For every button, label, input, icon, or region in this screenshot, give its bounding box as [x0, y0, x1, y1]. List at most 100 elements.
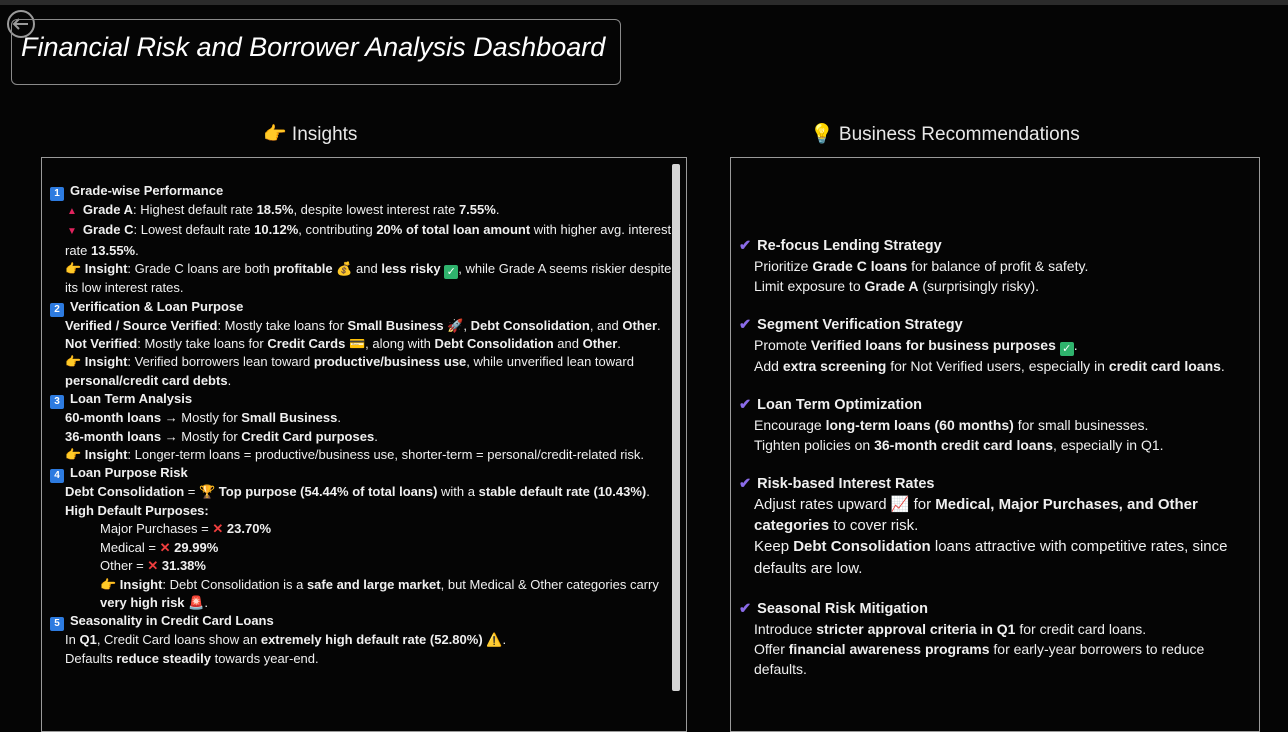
text: Adjust rates upward 📈 for: [754, 496, 936, 513]
value: 20% of total loan amount: [376, 222, 531, 238]
text: .: [374, 428, 378, 444]
grade-insight-line: 👉 Insight: Grade C loans are both profit…: [50, 260, 675, 297]
triangle-up-icon: ▲: [67, 206, 77, 217]
text: Offer: [754, 641, 789, 657]
text: ⚠️.: [482, 632, 507, 648]
recommendations-heading: 💡 Business Recommendations: [810, 124, 1080, 145]
text: for Not Verified users, especially in: [886, 358, 1109, 374]
purpose-value: 29.99%: [174, 539, 219, 555]
text: 💰 and: [332, 261, 382, 277]
section-purpose-risk: 4 Loan Purpose Risk: [50, 464, 675, 484]
not-verified-line: Not Verified: Mostly take loans for Cred…: [50, 335, 675, 353]
text: : Debt Consolidation is a: [162, 576, 307, 592]
text: , especially in Q1.: [1053, 437, 1164, 453]
insight-label: 👉 Insight: [65, 354, 128, 370]
value: stable default rate: [478, 484, 590, 500]
purpose-item: Medical = ✕ 29.99%: [50, 539, 675, 557]
check-mark-icon: ✓: [444, 265, 459, 280]
text: (surprisingly risky).: [918, 278, 1040, 294]
text: Encourage: [754, 417, 826, 433]
recommendations-content: ✔ Re-focus Lending Strategy Prioritize Gr…: [739, 236, 1254, 698]
text: Promote: [754, 337, 811, 353]
triangle-down-icon: ▼: [67, 226, 77, 238]
check-mark-icon: ✓: [1059, 342, 1074, 356]
value: credit card loans: [1108, 358, 1221, 374]
debt-consolidation-line: Debt Consolidation = 🏆 Top purpose (54.4…: [50, 483, 675, 501]
recommendation-line: Add extra screening for Not Verified use…: [739, 356, 1254, 376]
label: Grade A: [82, 202, 133, 217]
text: → Mostly for: [161, 410, 242, 426]
recommendation-title-row: ✔ Risk-based Interest Rates: [739, 474, 1254, 494]
text: towards year-end.: [210, 650, 319, 666]
recommendations-panel: ✔ Re-focus Lending Strategy Prioritize Gr…: [730, 157, 1260, 732]
value: financial awareness programs: [788, 641, 990, 657]
recommendation-title-row: ✔ Seasonal Risk Mitigation: [739, 599, 1254, 619]
text: , while unverified lean toward: [466, 354, 634, 370]
recommendation-item: ✔ Re-focus Lending Strategy Prioritize Gr…: [739, 236, 1254, 296]
purpose-value: 31.38%: [161, 558, 206, 574]
cross-icon: ✕: [147, 558, 159, 574]
value: Small Business: [241, 410, 338, 426]
text: , but Medical & Other categories carry: [440, 576, 659, 592]
recommendation-item: ✔ Seasonal Risk Mitigation Introduce stri…: [739, 599, 1254, 679]
recommendation-item: ✔ Segment Verification Strategy Promote V…: [739, 315, 1254, 376]
equals: =: [197, 521, 213, 537]
recommendation-item: ✔ Loan Term Optimization Encourage long-t…: [739, 395, 1254, 455]
insights-panel: 1 Grade-wise Performance ▲ Grade A: Highes…: [41, 157, 687, 732]
value: Small Business: [347, 317, 444, 333]
check-icon: ✔: [739, 601, 752, 617]
cross-icon: ✕: [159, 539, 171, 555]
value: Other: [622, 317, 658, 333]
value: safe and large market: [306, 576, 441, 592]
text: .: [337, 410, 341, 426]
insight-label: 👉 Insight: [100, 576, 163, 592]
value: stricter approval criteria in Q1: [816, 621, 1016, 637]
value: Debt Consolidation: [470, 317, 590, 333]
label: Debt Consolidation: [65, 484, 185, 500]
recommendation-title: Re-focus Lending Strategy: [757, 238, 942, 254]
text: 💳, along with: [345, 336, 435, 352]
value: extra screening: [782, 358, 887, 374]
grade-a-line: ▲ Grade A: Highest default rate 18.5%, de…: [50, 201, 675, 221]
recommendation-title-row: ✔ Re-focus Lending Strategy: [739, 236, 1254, 256]
number-badge: 1: [50, 187, 64, 201]
value: reduce steadily: [116, 650, 211, 666]
recommendation-title: Segment Verification Strategy: [757, 317, 963, 333]
text: 🚨.: [184, 594, 208, 610]
value: 7.55%: [458, 202, 496, 217]
recommendation-title-row: ✔ Segment Verification Strategy: [739, 315, 1254, 335]
text: Add: [754, 358, 783, 374]
text: .: [617, 336, 621, 352]
value: profitable: [273, 261, 333, 277]
value: 13.55%: [91, 242, 136, 258]
text: : Verified borrowers lean toward: [127, 354, 314, 370]
value: Credit Card purposes: [241, 428, 375, 444]
insights-heading: 👉 Insights: [263, 124, 358, 145]
text: : Mostly take loans for: [137, 336, 268, 352]
value: 18.5%: [256, 202, 294, 217]
label: 36-month loans: [65, 428, 162, 444]
insights-content: 1 Grade-wise Performance ▲ Grade A: Highes…: [50, 182, 675, 668]
text: : Highest default rate: [133, 202, 257, 217]
value: (10.43%): [593, 484, 647, 500]
number-badge: 4: [50, 469, 64, 484]
check-icon: ✔: [739, 476, 752, 492]
text: Tighten policies on: [754, 437, 875, 453]
check-icon: ✔: [739, 238, 752, 254]
number-badge: 2: [50, 302, 64, 317]
purpose-name: Major Purchases: [100, 521, 198, 537]
text: : Longer-term loans = productive/busines…: [127, 447, 645, 463]
check-icon: ✔: [739, 397, 752, 413]
value: less risky: [381, 261, 441, 277]
insight-label: 👉 Insight: [65, 261, 128, 277]
section-title: Seasonality in Credit Card Loans: [70, 613, 274, 629]
value: Debt Consolidation: [793, 538, 931, 555]
value: Top purpose (54.44% of total loans): [218, 484, 438, 500]
value: Credit Cards: [267, 336, 346, 352]
text: Prioritize: [754, 258, 813, 274]
text: , Credit Card loans show an: [96, 632, 261, 648]
recommendation-line: Keep Debt Consolidation loans attractive…: [739, 536, 1254, 580]
text: = 🏆: [184, 484, 219, 500]
value: Verified loans for business purposes: [810, 337, 1056, 353]
term-60-line: 60-month loans → Mostly for Small Busine…: [50, 409, 675, 427]
